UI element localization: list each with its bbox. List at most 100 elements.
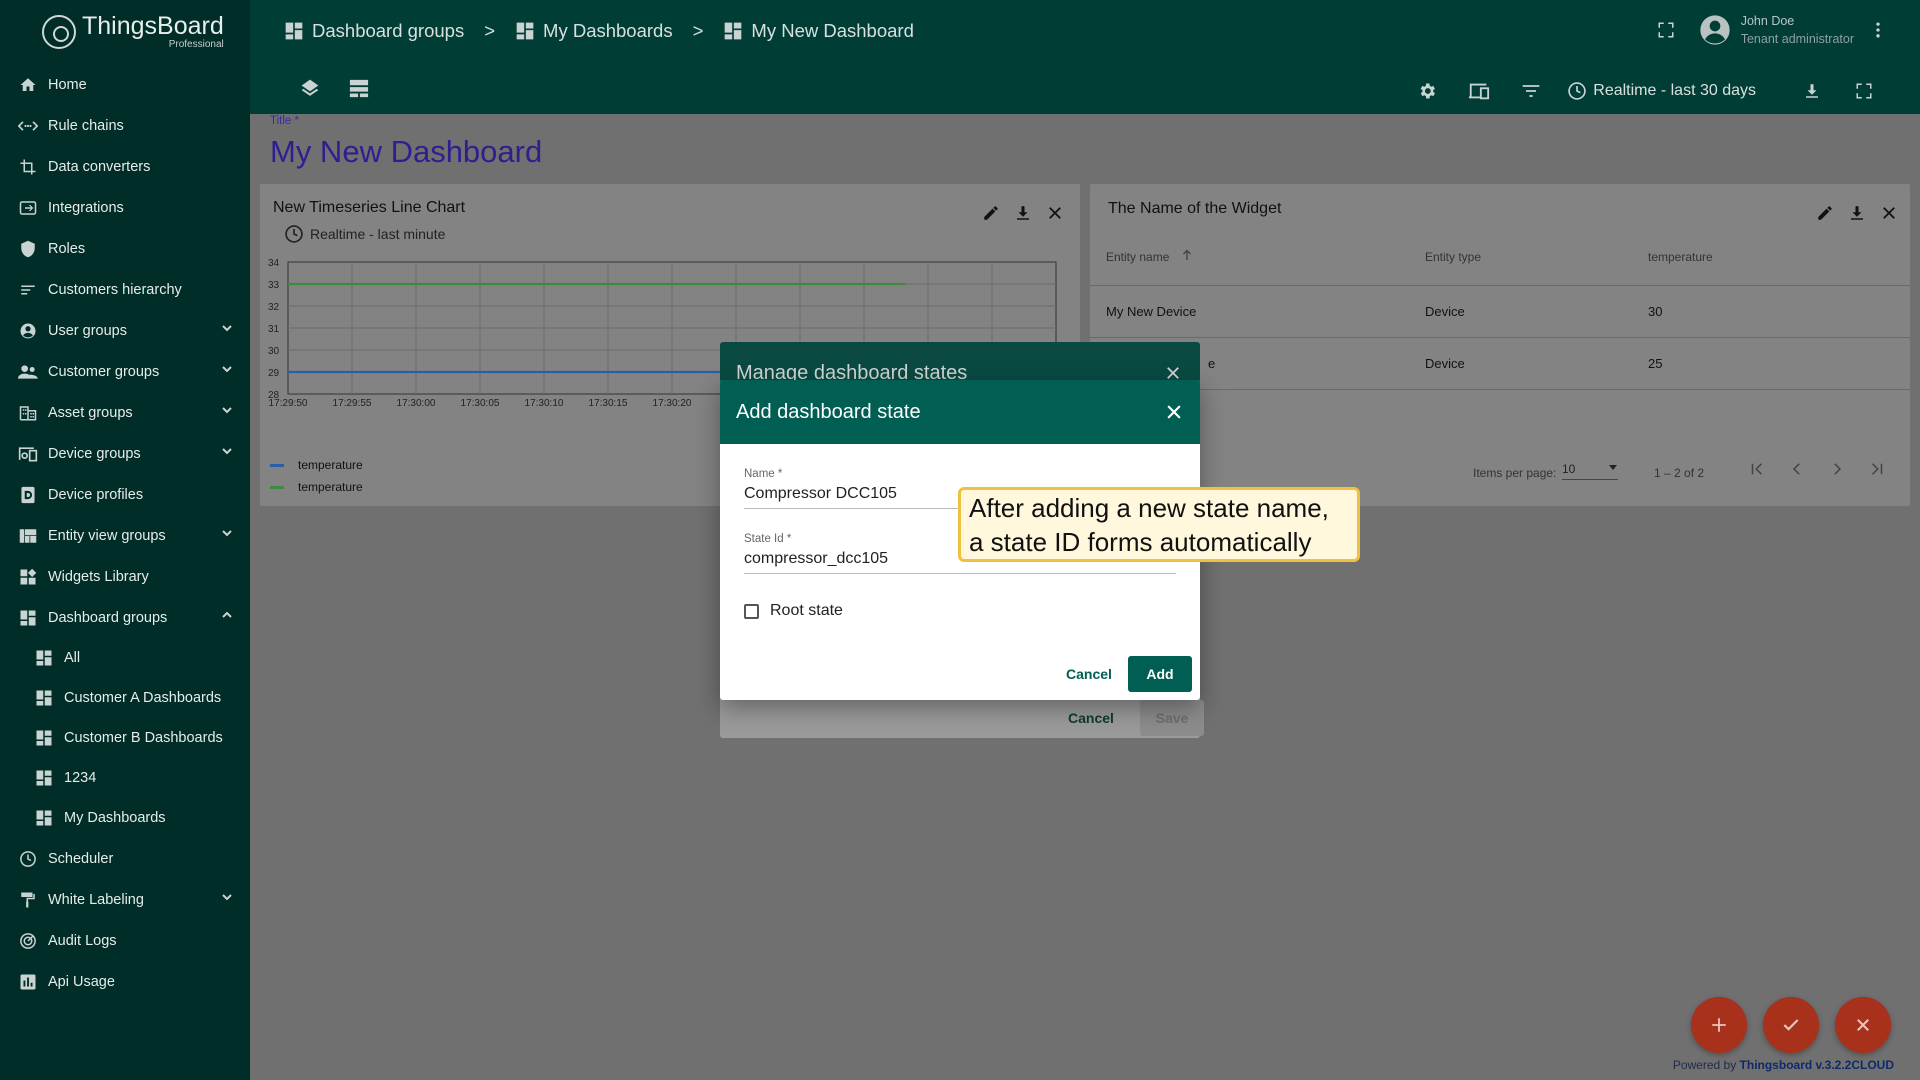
topbar: Dashboard groups > My Dashboards > My Ne… — [250, 0, 1920, 114]
sidebar-item-asset-groups[interactable]: Asset groups — [0, 392, 250, 433]
cancel-button[interactable]: Cancel — [1052, 656, 1126, 692]
track-changes-icon — [18, 931, 38, 951]
avatar[interactable] — [1699, 14, 1731, 46]
legend-item[interactable]: temperature — [270, 476, 363, 498]
entity-aliases-icon[interactable] — [348, 78, 370, 98]
fullscreen-button[interactable] — [1838, 76, 1890, 106]
breadcrumb-my-dashboards[interactable]: My Dashboards — [515, 20, 673, 42]
apply-changes-button[interactable] — [1763, 997, 1819, 1053]
logo[interactable]: ThingsBoard Professional — [0, 0, 250, 64]
sidebar-item-rule-chains[interactable]: Rule chains — [0, 105, 250, 146]
checkbox-box[interactable] — [744, 603, 759, 619]
gear-icon — [1420, 83, 1436, 99]
sidebar-item-widgets-library[interactable]: Widgets Library — [0, 556, 250, 597]
sidebar-item-device-groups[interactable]: Device groups — [0, 433, 250, 474]
column-header-entity-type[interactable]: Entity type — [1425, 250, 1481, 264]
legend-swatch-green — [270, 485, 284, 489]
account-icon — [18, 321, 38, 341]
entities-table-widget[interactable]: The Name of the Widget Entity name Entit… — [1090, 184, 1910, 506]
y-tick-label: 32 — [268, 302, 280, 313]
chevron-left-icon[interactable] — [1788, 460, 1806, 478]
sidebar-item-home[interactable]: Home — [0, 64, 250, 105]
sidebar-item-user-groups[interactable]: User groups — [0, 310, 250, 351]
sidebar-item-label: Device profiles — [48, 486, 144, 503]
sidebar-subitem-1234[interactable]: 1234 — [0, 758, 250, 798]
sidebar-item-customer-groups[interactable]: Customer groups — [0, 351, 250, 392]
more-vert-icon[interactable] — [1868, 20, 1888, 40]
insert-chart-icon — [18, 972, 38, 992]
breadcrumb-label: My New Dashboard — [751, 20, 914, 41]
root-state-checkbox[interactable]: Root state — [744, 602, 843, 620]
powered-by: Powered by Thingsboard v.3.2.2CLOUD — [1673, 1058, 1894, 1072]
home-icon — [18, 75, 38, 95]
edit-icon[interactable] — [1816, 204, 1834, 222]
dashboard-toolbar: Realtime - last 30 days — [1401, 76, 1890, 106]
sidebar-subitem-customer-a[interactable]: Customer A Dashboards — [0, 678, 250, 718]
manage-states-save-button[interactable]: Save — [1140, 700, 1204, 736]
rule-chain-icon — [18, 116, 38, 136]
timewindow-selector[interactable]: Realtime - last 30 days — [1557, 81, 1786, 101]
manage-states-cancel-button[interactable]: Cancel — [1060, 710, 1122, 726]
items-per-page-select[interactable]: 10 — [1562, 462, 1618, 480]
sidebar-subitem-my-dashboards[interactable]: My Dashboards — [0, 798, 250, 838]
sidebar-item-api-usage[interactable]: Api Usage — [0, 961, 250, 1002]
add-widget-button[interactable] — [1691, 997, 1747, 1053]
sidebar-subitem-label: 1234 — [64, 770, 97, 786]
sidebar-item-white-labeling[interactable]: White Labeling — [0, 879, 250, 920]
first-page-icon[interactable] — [1748, 460, 1766, 478]
sidebar-item-data-converters[interactable]: Data converters — [0, 146, 250, 187]
sidebar-item-label: Audit Logs — [48, 932, 117, 949]
decline-changes-button[interactable] — [1835, 997, 1891, 1053]
title-field-input[interactable]: My New Dashboard — [270, 134, 542, 170]
column-header-entity-name[interactable]: Entity name — [1106, 250, 1169, 264]
layers-icon[interactable] — [300, 78, 320, 98]
settings-button[interactable] — [1401, 76, 1453, 106]
download-icon[interactable] — [1848, 204, 1866, 222]
sidebar-subitem-all[interactable]: All — [0, 638, 250, 678]
sidebar-item-integrations[interactable]: Integrations — [0, 187, 250, 228]
devices-icon — [18, 444, 38, 464]
items-per-page-value: 10 — [1562, 462, 1576, 476]
column-header-temperature[interactable]: temperature — [1648, 250, 1713, 264]
export-button[interactable] — [1786, 76, 1838, 106]
edit-icon[interactable] — [982, 204, 1000, 222]
sidebar-item-label: Home — [48, 76, 87, 93]
close-icon[interactable] — [1880, 204, 1898, 222]
sidebar-item-scheduler[interactable]: Scheduler — [0, 838, 250, 879]
add-state-header: Add dashboard state — [720, 380, 1200, 444]
close-icon[interactable] — [1164, 402, 1184, 422]
x-tick-label: 17:30:15 — [589, 398, 628, 409]
widgets-icon — [18, 567, 38, 587]
add-button[interactable]: Add — [1128, 656, 1192, 692]
cell-entity-name: My New Device — [1106, 304, 1197, 319]
tooltip-callout: After adding a new state name, a state I… — [958, 487, 1360, 562]
filters-button[interactable] — [1505, 76, 1557, 106]
sidebar-nav: Home Rule chains Data converters Integra… — [0, 64, 250, 1002]
last-page-icon[interactable] — [1868, 460, 1886, 478]
cell-entity-name: e — [1208, 356, 1216, 371]
breadcrumb-dashboard-groups[interactable]: Dashboard groups — [284, 20, 464, 42]
divider — [1090, 337, 1910, 338]
legend-item[interactable]: temperature — [270, 454, 363, 476]
sidebar-item-device-profiles[interactable]: Device profiles — [0, 474, 250, 515]
layouts-button[interactable] — [1453, 76, 1505, 106]
sidebar-item-entity-view-groups[interactable]: Entity view groups — [0, 515, 250, 556]
callout-line-2: a state ID forms automatically — [969, 527, 1312, 557]
sidebar-item-dashboard-groups[interactable]: Dashboard groups — [0, 597, 250, 638]
sidebar-subitem-label: Customer B Dashboards — [64, 730, 223, 746]
view-quilt-icon — [18, 526, 38, 546]
chevron-right-icon[interactable] — [1828, 460, 1846, 478]
sidebar-subitem-label: My Dashboards — [64, 810, 166, 826]
clock-icon — [285, 225, 303, 243]
root-state-label: Root state — [770, 602, 843, 619]
download-icon[interactable] — [1014, 204, 1032, 222]
sidebar-item-customers-hierarchy[interactable]: Customers hierarchy — [0, 269, 250, 310]
fullscreen-icon[interactable] — [1657, 21, 1675, 39]
sidebar-item-label: Asset groups — [48, 404, 133, 421]
powered-link[interactable]: Thingsboard v.3.2.2CLOUD — [1740, 1058, 1894, 1072]
sidebar-item-audit-logs[interactable]: Audit Logs — [0, 920, 250, 961]
sidebar-item-roles[interactable]: Roles — [0, 228, 250, 269]
close-icon[interactable] — [1046, 204, 1064, 222]
sidebar-item-label: Api Usage — [48, 973, 115, 990]
sidebar-subitem-customer-b[interactable]: Customer B Dashboards — [0, 718, 250, 758]
